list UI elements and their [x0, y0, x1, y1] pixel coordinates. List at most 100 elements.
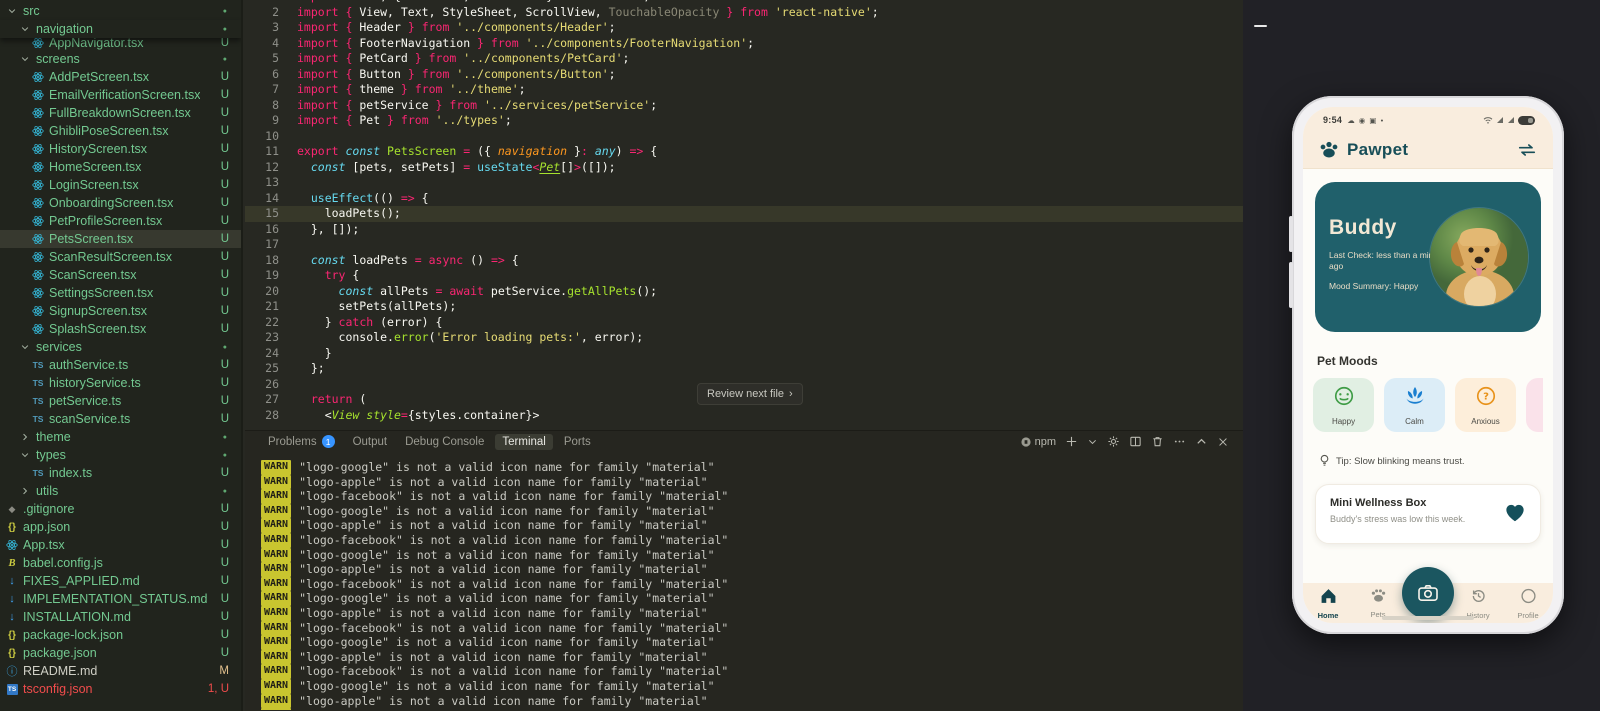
kill-terminal-button[interactable] [1151, 435, 1164, 448]
code-line-7[interactable]: 7import { theme } from '../theme'; [245, 82, 1243, 98]
sidebar-file-ScanScreen.tsx[interactable]: ScanScreen.tsxU [0, 266, 241, 284]
sidebar-file-app.json[interactable]: {}app.jsonU [0, 518, 241, 536]
code-editor[interactable]: 1import React, { useState, useEffect } f… [245, 0, 1243, 430]
sidebar-file-SplashScreen.tsx[interactable]: SplashScreen.tsxU [0, 320, 241, 338]
code-line-12[interactable]: 12 const [pets, setPets] = useState<Pet[… [245, 160, 1243, 176]
sidebar-folder-types[interactable]: types● [0, 446, 241, 464]
close-panel-button[interactable] [1217, 436, 1229, 448]
mood-card-calm[interactable]: Calm [1384, 378, 1445, 432]
pet-summary-card[interactable]: Buddy Last Check: less than a minute ago… [1315, 182, 1541, 332]
code-line-24[interactable]: 24 } [245, 346, 1243, 362]
sidebar-file-historyService.ts[interactable]: TShistoryService.tsU [0, 374, 241, 392]
sidebar-file-babel.config.js[interactable]: Bbabel.config.jsU [0, 554, 241, 572]
terminal-message: "logo-google" is not a valid icon name f… [299, 591, 714, 606]
code-line-28[interactable]: 28 <View style={styles.container}> [245, 408, 1243, 424]
sidebar-file-petService.ts[interactable]: TSpetService.tsU [0, 392, 241, 410]
code-line-16[interactable]: 16 }, []); [245, 222, 1243, 238]
sidebar-folder-src[interactable]: src● [0, 2, 241, 20]
tab-output[interactable]: Output [346, 434, 395, 450]
sidebar-file-authService.ts[interactable]: TSauthService.tsU [0, 356, 241, 374]
sidebar-file-FullBreakdownScreen.tsx[interactable]: FullBreakdownScreen.tsxU [0, 104, 241, 122]
sidebar-file-AddPetScreen.tsx[interactable]: AddPetScreen.tsxU [0, 68, 241, 86]
sidebar-file-SettingsScreen.tsx[interactable]: SettingsScreen.tsxU [0, 284, 241, 302]
tab-terminal[interactable]: Terminal [495, 434, 552, 450]
sidebar-file-PetProfileScreen.tsx[interactable]: PetProfileScreen.tsxU [0, 212, 241, 230]
code-line-10[interactable]: 10 [245, 129, 1243, 145]
code-line-20[interactable]: 20 const allPets = await petService.getA… [245, 284, 1243, 300]
terminal-line: WARN"logo-google" is not a valid icon na… [261, 635, 1243, 650]
sidebar-file-README.md[interactable]: ⓘREADME.mdM [0, 662, 241, 680]
sidebar-file-.gitignore[interactable]: ◆.gitignoreU [0, 500, 241, 518]
code-line-13[interactable]: 13 [245, 175, 1243, 191]
panel-more-actions-button[interactable] [1173, 435, 1186, 448]
code-line-4[interactable]: 4import { FooterNavigation } from '../co… [245, 36, 1243, 52]
wellness-card[interactable]: Mini Wellness Box Buddy's stress was low… [1315, 484, 1541, 544]
terminal-message: "logo-facebook" is not a valid icon name… [299, 664, 728, 679]
minimize-dash-icon[interactable] [1254, 25, 1267, 27]
sidebar-folder-services[interactable]: services● [0, 338, 241, 356]
swap-arrows-icon[interactable] [1517, 143, 1537, 157]
sidebar-folder-navigation[interactable]: navigation● [0, 20, 241, 38]
code-line-17[interactable]: 17 [245, 237, 1243, 253]
sidebar-file-ScanResultScreen.tsx[interactable]: ScanResultScreen.tsxU [0, 248, 241, 266]
tab-ports[interactable]: Ports [557, 434, 598, 450]
tab-problems[interactable]: Problems1 [261, 433, 342, 450]
code-line-23[interactable]: 23 console.error('Error loading pets:', … [245, 330, 1243, 346]
sidebar-file-FIXES_APPLIED.md[interactable]: ↓FIXES_APPLIED.mdU [0, 572, 241, 590]
sidebar-file-HomeScreen.tsx[interactable]: HomeScreen.tsxU [0, 158, 241, 176]
nav-item-pets[interactable]: Pets [1353, 588, 1403, 619]
modified-dot-badge: ● [223, 452, 241, 459]
code-line-3[interactable]: 3import { Header } from '../components/H… [245, 20, 1243, 36]
mood-card-anxious[interactable]: ?Anxious [1455, 378, 1516, 432]
sidebar-file-GhibliPoseScreen.tsx[interactable]: GhibliPoseScreen.tsxU [0, 122, 241, 140]
sidebar-file-scanService.ts[interactable]: TSscanService.tsU [0, 410, 241, 428]
volume-button [1289, 262, 1293, 308]
code-line-8[interactable]: 8import { petService } from '../services… [245, 98, 1243, 114]
sidebar-file-AppNavigator.tsx[interactable]: AppNavigator.tsxU [0, 38, 241, 50]
code-line-2[interactable]: 2import { View, Text, StyleSheet, Scroll… [245, 5, 1243, 21]
sidebar-file-INSTALLATION.md[interactable]: ↓INSTALLATION.mdU [0, 608, 241, 626]
sidebar-folder-screens[interactable]: screens● [0, 50, 241, 68]
sidebar-file-index.ts[interactable]: TSindex.tsU [0, 464, 241, 482]
nav-item-home[interactable]: Home [1303, 588, 1353, 620]
nav-item-profile[interactable]: Profile [1503, 588, 1553, 620]
terminal-settings-button[interactable] [1107, 435, 1120, 448]
camera-fab-button[interactable] [1402, 567, 1454, 619]
code-line-11[interactable]: 11export const PetsScreen = ({ navigatio… [245, 144, 1243, 160]
code-text: setPets(allPets); [297, 299, 456, 315]
code-line-19[interactable]: 19 try { [245, 268, 1243, 284]
code-line-21[interactable]: 21 setPets(allPets); [245, 299, 1243, 315]
tab-debug-console[interactable]: Debug Console [398, 434, 491, 450]
sidebar-file-LoginScreen.tsx[interactable]: LoginScreen.tsxU [0, 176, 241, 194]
home-indicator[interactable] [1382, 616, 1474, 620]
sidebar-file-PetsScreen.tsx[interactable]: PetsScreen.tsxU [0, 230, 241, 248]
code-line-18[interactable]: 18 const loadPets = async () => { [245, 253, 1243, 269]
code-line-15[interactable]: 15 loadPets(); [245, 206, 1243, 222]
terminal-dropdown-button[interactable] [1087, 436, 1098, 447]
mood-card-happy[interactable]: Happy [1313, 378, 1374, 432]
sidebar-folder-utils[interactable]: utils● [0, 482, 241, 500]
terminal-output[interactable]: WARN"logo-google" is not a valid icon na… [245, 452, 1243, 710]
code-line-6[interactable]: 6import { Button } from '../components/B… [245, 67, 1243, 83]
npm-terminal-profile[interactable]: npm [1020, 436, 1056, 448]
code-line-22[interactable]: 22 } catch (error) { [245, 315, 1243, 331]
sidebar-file-package-lock.json[interactable]: {}package-lock.jsonU [0, 626, 241, 644]
sidebar-file-App.tsx[interactable]: App.tsxU [0, 536, 241, 554]
sidebar-file-package.json[interactable]: {}package.jsonU [0, 644, 241, 662]
review-next-file-button[interactable]: Review next file› [697, 383, 803, 405]
maximize-panel-button[interactable] [1195, 435, 1208, 448]
sidebar-file-IMPLEMENTATION_STATUS.md[interactable]: ↓IMPLEMENTATION_STATUS.mdU [0, 590, 241, 608]
new-terminal-button[interactable] [1065, 435, 1078, 448]
mood-card-ag[interactable]: Ag [1526, 378, 1543, 432]
sidebar-file-HistoryScreen.tsx[interactable]: HistoryScreen.tsxU [0, 140, 241, 158]
sidebar-folder-theme[interactable]: theme● [0, 428, 241, 446]
code-line-14[interactable]: 14 useEffect(() => { [245, 191, 1243, 207]
code-line-9[interactable]: 9import { Pet } from '../types'; [245, 113, 1243, 129]
sidebar-file-EmailVerificationScreen.tsx[interactable]: EmailVerificationScreen.tsxU [0, 86, 241, 104]
sidebar-file-SignupScreen.tsx[interactable]: SignupScreen.tsxU [0, 302, 241, 320]
code-line-25[interactable]: 25 }; [245, 361, 1243, 377]
sidebar-file-OnboardingScreen.tsx[interactable]: OnboardingScreen.tsxU [0, 194, 241, 212]
code-line-5[interactable]: 5import { PetCard } from '../components/… [245, 51, 1243, 67]
sidebar-file-tsconfig.json[interactable]: TStsconfig.json1, U [0, 680, 241, 698]
split-terminal-button[interactable] [1129, 435, 1142, 448]
